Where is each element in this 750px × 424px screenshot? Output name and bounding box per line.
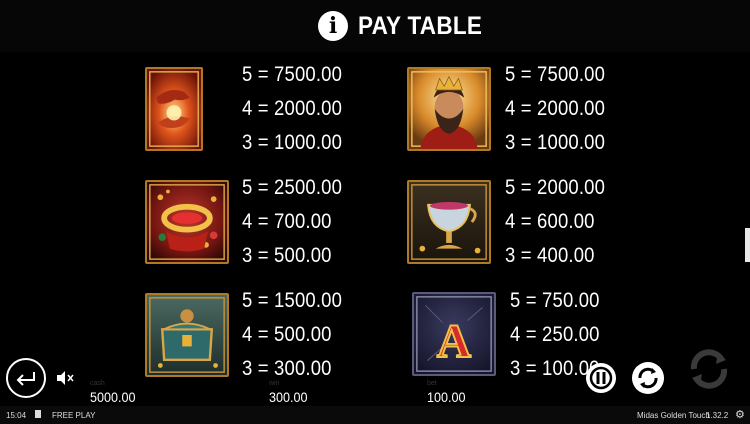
return-arrow-icon — [16, 372, 35, 386]
balance-value: 5000.00 — [90, 389, 136, 405]
pay-value: 4 = 2000.00 — [242, 97, 343, 120]
paytable-entry-king-midas: 5 = 7500.00 4 = 2000.00 3 = 1000.00 — [505, 58, 645, 160]
paytable-entry-letter-a: 5 = 750.00 4 = 250.00 3 = 100.00 — [510, 284, 650, 386]
scrollbar-thumb[interactable] — [745, 228, 750, 262]
letter-a-glyph: A — [437, 316, 472, 368]
win-display: win 300.00 — [269, 380, 312, 405]
speaker-mute-icon[interactable] — [56, 370, 74, 386]
letter-a-icon: A — [412, 292, 496, 376]
pay-value: 4 = 2000.00 — [505, 97, 606, 120]
balance-display: cash 5000.00 — [90, 380, 141, 405]
pay-value: 5 = 750.00 — [510, 289, 600, 312]
crown-icon — [145, 180, 229, 264]
paytable-entry-goblet: 5 = 2000.00 4 = 600.00 3 = 400.00 — [505, 171, 645, 273]
pay-value: 3 = 400.00 — [505, 244, 595, 267]
autoplay-button[interactable] — [630, 360, 666, 396]
game-name-text: Midas Golden Touch — [637, 411, 710, 420]
clock-text: 15:04 — [6, 411, 27, 420]
bet-stack-button[interactable] — [584, 361, 618, 395]
pay-value: 3 = 1000.00 — [505, 131, 606, 154]
paytable-entry-golden-touch: 5 = 7500.00 4 = 2000.00 3 = 1000.00 — [242, 58, 382, 160]
settings-gear-icon[interactable]: ⚙ — [735, 408, 745, 421]
bet-value: 100.00 — [427, 389, 466, 405]
pay-value: 4 = 600.00 — [505, 210, 595, 233]
balance-label: cash — [90, 380, 105, 387]
bet-label: bet — [427, 380, 437, 387]
pay-value: 4 = 700.00 — [242, 210, 332, 233]
mode-text: FREE PLAY — [52, 411, 96, 420]
pay-value: 3 = 500.00 — [242, 244, 332, 267]
device-icon — [35, 410, 41, 418]
info-icon[interactable]: i — [318, 11, 348, 41]
header-bar: i PAY TABLE — [0, 0, 750, 52]
pay-value: 5 = 1500.00 — [242, 289, 343, 312]
bet-display: bet 100.00 — [427, 380, 470, 405]
pay-value: 3 = 1000.00 — [242, 131, 343, 154]
king-icon — [407, 67, 491, 151]
pay-value: 5 = 7500.00 — [242, 63, 343, 86]
pay-value: 5 = 7500.00 — [505, 63, 606, 86]
pay-value: 4 = 250.00 — [510, 323, 600, 346]
status-bar: 15:04 FREE PLAY Midas Golden Touch 1.32.… — [0, 406, 750, 424]
back-button[interactable] — [6, 358, 46, 398]
header-title-group: i PAY TABLE — [318, 8, 496, 44]
spin-button[interactable] — [684, 344, 734, 394]
pay-value: 4 = 500.00 — [242, 323, 332, 346]
win-value: 300.00 — [269, 389, 308, 405]
chest-icon — [145, 293, 229, 377]
golden-hand-icon — [145, 67, 203, 151]
page-title: PAY TABLE — [358, 11, 483, 40]
paytable-entry-treasure-chest: 5 = 1500.00 4 = 500.00 3 = 300.00 — [242, 284, 382, 386]
pay-value: 5 = 2500.00 — [242, 176, 343, 199]
win-label: win — [269, 380, 280, 387]
paytable-entry-crown: 5 = 2500.00 4 = 700.00 3 = 500.00 — [242, 171, 382, 273]
goblet-icon — [407, 180, 491, 264]
pay-value: 5 = 2000.00 — [505, 176, 606, 199]
version-text: 1.32.2 — [706, 411, 729, 420]
